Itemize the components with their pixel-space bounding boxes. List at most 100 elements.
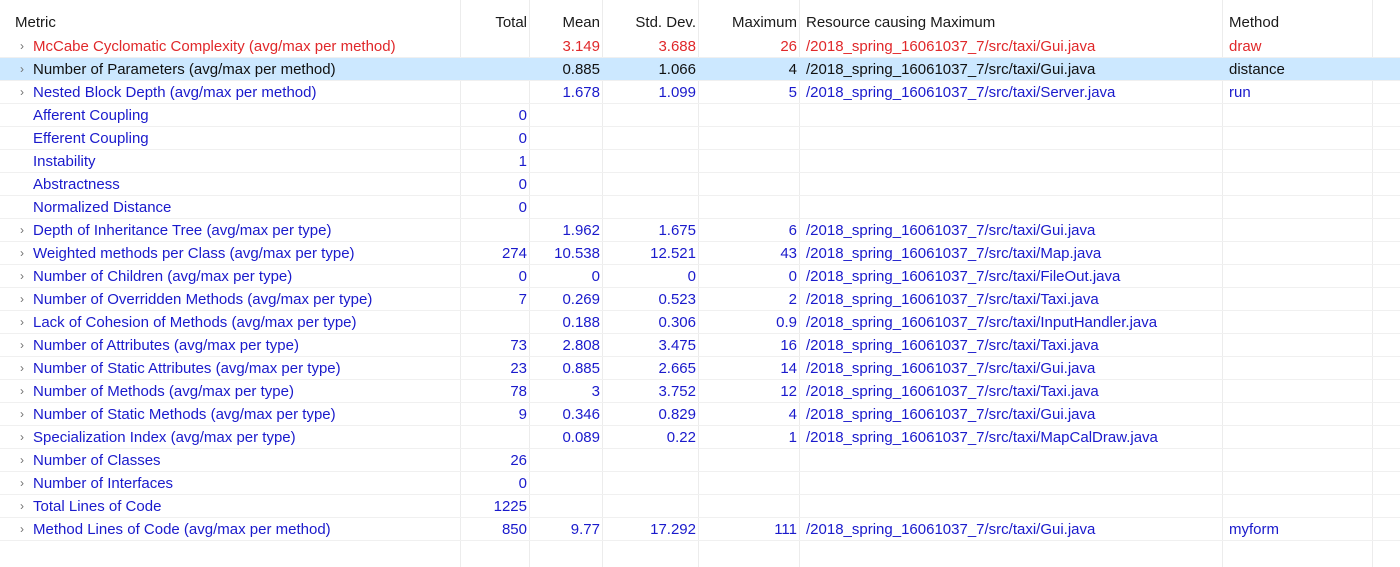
method-cell [1223, 495, 1373, 518]
table-row[interactable]: › Number of Static Methods (avg/max per t… [0, 403, 1400, 426]
chevron-right-icon[interactable]: › [17, 518, 27, 541]
resource-cell: /2018_spring_16061037_7/src/taxi/Gui.jav… [806, 521, 1096, 538]
table-row[interactable]: › Number of Children (avg/max per type) 0 0… [0, 265, 1400, 288]
std-dev-cell: 0.22 [666, 429, 696, 446]
chevron-right-icon[interactable]: › [17, 334, 27, 357]
metric-label: Afferent Coupling [33, 107, 149, 124]
chevron-right-icon[interactable]: › [17, 403, 27, 426]
total-cell: 78 [510, 383, 527, 400]
resource-cell: /2018_spring_16061037_7/src/taxi/Taxi.ja… [806, 337, 1099, 354]
metric-cell: › Weighted methods per Class (avg/max per… [0, 242, 460, 265]
chevron-right-icon[interactable]: › [17, 311, 27, 334]
header-resource[interactable]: Resource causing Maximum [800, 11, 1222, 34]
header-maximum[interactable]: Maximum [699, 11, 799, 34]
metric-cell: › Specialization Index (avg/max per type) [0, 426, 460, 449]
table-row[interactable]: › Lack of Cohesion of Methods (avg/max pe… [0, 311, 1400, 334]
metric-cell: › Method Lines of Code (avg/max per metho… [0, 518, 460, 541]
maximum-cell [699, 495, 799, 518]
metric-cell: › Number of Parameters (avg/max per metho… [0, 58, 460, 81]
metric-label: Number of Classes [33, 452, 161, 469]
chevron-right-icon[interactable]: › [17, 472, 27, 495]
chevron-right-icon[interactable]: › [17, 265, 27, 288]
table-row[interactable]: › Depth of Inheritance Tree (avg/max per … [0, 219, 1400, 242]
header-std-dev[interactable]: Std. Dev. [603, 11, 698, 34]
total-cell [461, 81, 529, 104]
method-cell [1223, 104, 1373, 127]
metric-label: Nested Block Depth (avg/max per method) [33, 84, 317, 101]
mean-cell: 9.77 [570, 521, 600, 538]
table-row[interactable]: › Number of Methods (avg/max per type) 78 3… [0, 380, 1400, 403]
maximum-cell: 16 [780, 337, 797, 354]
metric-label: Normalized Distance [33, 199, 172, 216]
std-dev-cell [603, 173, 698, 196]
metric-label: Depth of Inheritance Tree (avg/max per t… [33, 222, 332, 239]
table-row[interactable]: › Method Lines of Code (avg/max per metho… [0, 518, 1400, 541]
mean-cell [530, 472, 602, 495]
table-row[interactable]: › Weighted methods per Class (avg/max per… [0, 242, 1400, 265]
metric-cell: › Number of Interfaces [0, 472, 460, 495]
table-row[interactable]: Instability 1 [0, 150, 1400, 173]
chevron-right-icon[interactable]: › [17, 219, 27, 242]
maximum-cell: 0 [788, 268, 797, 285]
chevron-right-icon[interactable]: › [17, 426, 27, 449]
maximum-cell [699, 104, 799, 127]
metric-cell: Efferent Coupling [0, 127, 460, 150]
chevron-right-icon[interactable]: › [17, 288, 27, 311]
table-row[interactable]: › Specialization Index (avg/max per type)… [0, 426, 1400, 449]
header-total[interactable]: Total [461, 11, 529, 34]
mean-cell: 0.885 [562, 61, 600, 78]
total-cell: 7 [518, 291, 527, 308]
chevron-right-icon[interactable]: › [17, 242, 27, 265]
resource-cell: /2018_spring_16061037_7/src/taxi/Gui.jav… [806, 38, 1096, 55]
metric-label: Number of Attributes (avg/max per type) [33, 337, 299, 354]
metric-label: Lack of Cohesion of Methods (avg/max per… [33, 314, 357, 331]
total-cell: 0 [518, 176, 527, 193]
header-method[interactable]: Method [1223, 11, 1373, 34]
mean-cell: 10.538 [554, 245, 600, 262]
std-dev-cell [603, 127, 698, 150]
resource-cell: /2018_spring_16061037_7/src/taxi/Taxi.ja… [806, 383, 1099, 400]
chevron-right-icon[interactable]: › [17, 495, 27, 518]
table-row[interactable]: Efferent Coupling 0 [0, 127, 1400, 150]
mean-cell [530, 150, 602, 173]
chevron-right-icon[interactable]: › [17, 81, 27, 104]
table-row[interactable]: › Number of Classes 26 [0, 449, 1400, 472]
std-dev-cell: 0.306 [658, 314, 696, 331]
table-row[interactable]: Normalized Distance 0 [0, 196, 1400, 219]
metric-label: Total Lines of Code [33, 498, 162, 515]
std-dev-cell [603, 449, 698, 472]
chevron-right-icon[interactable]: › [17, 357, 27, 380]
std-dev-cell [603, 150, 698, 173]
table-row[interactable]: Afferent Coupling 0 [0, 104, 1400, 127]
table-row[interactable]: › Total Lines of Code 1225 [0, 495, 1400, 518]
total-cell: 0 [518, 199, 527, 216]
table-row[interactable]: › Nested Block Depth (avg/max per method)… [0, 81, 1400, 104]
method-cell [1223, 449, 1373, 472]
method-cell [1223, 173, 1373, 196]
header-mean[interactable]: Mean [530, 11, 602, 34]
table-row[interactable]: › Number of Static Attributes (avg/max pe… [0, 357, 1400, 380]
table-row[interactable]: › McCabe Cyclomatic Complexity (avg/max p… [0, 35, 1400, 58]
resource-cell: /2018_spring_16061037_7/src/taxi/Gui.jav… [806, 406, 1096, 423]
std-dev-cell: 0.829 [658, 406, 696, 423]
resource-cell: /2018_spring_16061037_7/src/taxi/Gui.jav… [806, 360, 1096, 377]
total-cell: 73 [510, 337, 527, 354]
std-dev-cell: 2.665 [658, 360, 696, 377]
chevron-right-icon[interactable]: › [17, 449, 27, 472]
maximum-cell [699, 449, 799, 472]
chevron-right-icon[interactable]: › [17, 380, 27, 403]
metric-cell: › Number of Attributes (avg/max per type) [0, 334, 460, 357]
chevron-right-icon[interactable]: › [17, 35, 27, 58]
table-row[interactable]: › Number of Interfaces 0 [0, 472, 1400, 495]
resource-cell: /2018_spring_16061037_7/src/taxi/FileOut… [806, 268, 1121, 285]
resource-cell [800, 150, 1222, 173]
table-row[interactable]: Abstractness 0 [0, 173, 1400, 196]
total-cell: 850 [501, 521, 527, 538]
table-row[interactable]: › Number of Parameters (avg/max per metho… [0, 58, 1400, 81]
table-row[interactable]: › Number of Attributes (avg/max per type)… [0, 334, 1400, 357]
mean-cell [530, 196, 602, 219]
header-metric[interactable]: Metric [0, 11, 460, 34]
chevron-right-icon[interactable]: › [17, 58, 27, 81]
table-row[interactable]: › Number of Overridden Methods (avg/max p… [0, 288, 1400, 311]
maximum-cell: 111 [774, 521, 797, 538]
